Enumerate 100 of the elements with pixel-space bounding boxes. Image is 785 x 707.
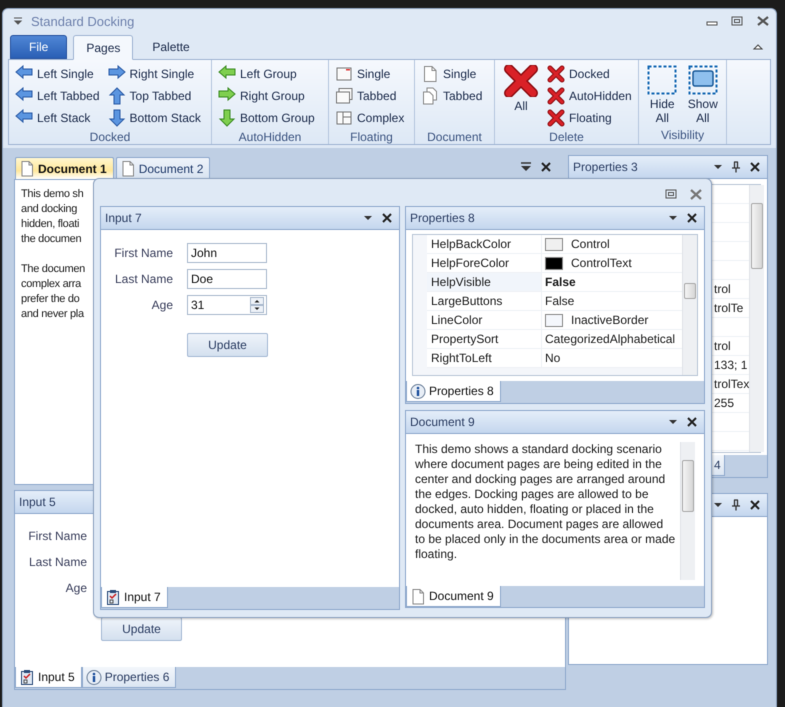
document-text: and never pla — [21, 308, 84, 320]
page-icon — [421, 65, 439, 83]
clipboard-icon — [19, 668, 35, 686]
close-icon[interactable] — [749, 161, 761, 173]
property-value: 255 — [714, 396, 734, 410]
panel-tab[interactable]: Properties 6 — [82, 667, 176, 688]
dropdown-icon[interactable] — [668, 213, 678, 223]
window-title: Standard Docking — [31, 14, 134, 28]
ribbon-button[interactable]: Bottom Stack — [106, 107, 203, 129]
group-label: Visibility — [660, 127, 706, 144]
panel-tab[interactable]: Document 9 — [406, 586, 501, 607]
dropdown-icon[interactable] — [668, 417, 678, 427]
restore-icon[interactable] — [731, 16, 743, 26]
ribbon-button[interactable]: Docked — [545, 63, 634, 85]
panel-title: Document 9 — [410, 415, 475, 429]
ribbon-button[interactable]: Tabbed — [419, 85, 484, 107]
pin-icon[interactable] — [731, 499, 741, 511]
ribbon-button[interactable]: Show All — [684, 63, 722, 127]
ribbon-button[interactable]: Left Single — [13, 63, 102, 85]
update-button[interactable]: Update — [101, 617, 182, 641]
ribbon-button[interactable]: AutoHidden — [545, 85, 634, 107]
ribbon-tab[interactable]: File — [10, 35, 68, 59]
ribbon-button[interactable]: Left Group — [216, 63, 317, 85]
field-label: First Name — [113, 246, 173, 260]
spin-up-icon[interactable] — [250, 297, 264, 305]
property-value: False — [545, 275, 576, 289]
dropdown-icon[interactable] — [13, 17, 23, 25]
group-label: Document — [426, 129, 483, 145]
document-text: prefer the do — [21, 293, 80, 305]
ribbon-tab[interactable]: Pages — [73, 35, 134, 60]
scrollbar[interactable] — [680, 442, 695, 580]
pages-icon — [421, 87, 439, 105]
scrollbar[interactable] — [749, 185, 764, 452]
arrow-down-icon — [218, 109, 236, 127]
ribbon-button[interactable]: Floating — [545, 107, 634, 129]
field-label: Age — [64, 581, 87, 595]
property-row[interactable]: RightToLeft No — [427, 349, 682, 368]
panel-tab[interactable]: Input 5 — [15, 667, 82, 688]
dropdown-icon[interactable] — [713, 162, 723, 172]
property-value: trol — [714, 282, 731, 296]
close-icon[interactable] — [540, 161, 552, 173]
property-row[interactable]: HelpForeColor ControlText — [427, 254, 682, 273]
layout-icon — [335, 109, 353, 127]
arrow-down-icon — [108, 109, 126, 127]
ribbon-button[interactable]: Tabbed — [333, 85, 406, 107]
property-row[interactable]: HelpBackColor Control — [427, 235, 682, 254]
restore-icon[interactable] — [665, 189, 677, 199]
update-button[interactable]: Update — [187, 333, 268, 357]
field-label: First Name — [27, 529, 87, 543]
panel-title: Properties 3 — [573, 160, 638, 174]
ribbon-tab[interactable]: Palette — [139, 35, 203, 59]
number-field[interactable]: 31 — [187, 295, 267, 315]
document-text: and docking — [21, 203, 78, 215]
ribbon-button[interactable]: Bottom Group — [216, 107, 317, 129]
property-value: Control — [571, 237, 610, 251]
panel-title: Input 5 — [19, 495, 56, 509]
scrollbar[interactable] — [682, 235, 697, 375]
close-icon[interactable] — [686, 212, 698, 224]
ribbon-button[interactable]: Right Group — [216, 85, 317, 107]
property-value: trolTe — [714, 301, 744, 315]
close-icon[interactable] — [749, 499, 761, 511]
ribbon-button[interactable]: Hide All — [643, 63, 682, 127]
ribbon-button[interactable]: All — [499, 63, 543, 129]
collapse-icon[interactable] — [752, 43, 764, 51]
dropdown-icon[interactable] — [363, 213, 373, 223]
document-text: complex arra — [21, 278, 81, 290]
property-row[interactable]: LineColor InactiveBorder — [427, 311, 682, 330]
spin-down-icon[interactable] — [250, 305, 264, 313]
ribbon-button[interactable]: Left Tabbed — [13, 85, 102, 107]
panel-tab[interactable]: 4 — [711, 455, 725, 476]
property-row[interactable]: LargeButtons False — [427, 292, 682, 311]
document-text: The documen — [21, 263, 85, 275]
text-field[interactable]: John — [187, 243, 267, 263]
dropdown-icon[interactable] — [713, 500, 723, 510]
document-tab[interactable]: Document 1 — [15, 157, 114, 179]
text-field[interactable]: Doe — [187, 269, 267, 289]
panel-title: Input 7 — [105, 211, 142, 225]
tab-list-icon[interactable] — [520, 161, 532, 173]
arrow-up-icon — [108, 87, 126, 105]
property-row[interactable]: PropertySort CategorizedAlphabetical — [427, 330, 682, 349]
ribbon-button[interactable]: Top Tabbed — [106, 85, 203, 107]
close-icon[interactable] — [686, 416, 698, 428]
property-value: False — [545, 294, 574, 308]
ribbon-button[interactable]: Single — [419, 63, 484, 85]
panel-title: Properties 8 — [410, 211, 475, 225]
panel-tab[interactable]: Input 7 — [101, 587, 168, 608]
delete-icon — [504, 65, 538, 97]
panel-tab[interactable]: Properties 8 — [406, 381, 501, 402]
pin-icon[interactable] — [731, 161, 741, 173]
ribbon-button[interactable]: Right Single — [106, 63, 203, 85]
close-icon[interactable] — [756, 16, 770, 26]
hidden-window-icon — [647, 65, 678, 95]
property-value: trolTex — [714, 377, 750, 391]
ribbon-button[interactable]: Single — [333, 63, 406, 85]
property-row[interactable]: HelpVisible False — [427, 273, 682, 292]
ribbon-button[interactable]: Left Stack — [13, 107, 102, 129]
document-tab[interactable]: Document 2 — [116, 157, 210, 179]
close-icon[interactable] — [381, 212, 393, 224]
info-icon — [86, 668, 102, 686]
ribbon-button[interactable]: Complex — [333, 107, 406, 129]
